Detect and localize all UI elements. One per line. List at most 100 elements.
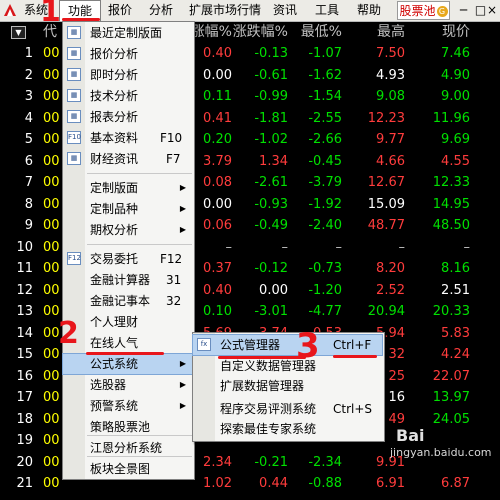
formula-icon: fx xyxy=(197,338,211,351)
function-menu-item[interactable]: 选股器 ▶ xyxy=(63,375,192,395)
menu-help[interactable]: 帮助 xyxy=(351,0,387,21)
cell-change-pct: 0.06 xyxy=(203,218,232,233)
cell-low: -2.66 xyxy=(308,132,342,147)
menu-item-shortcut: F12 xyxy=(160,252,183,266)
submenu-arrow-icon: ▶ xyxy=(179,225,186,234)
function-menu-item[interactable]: 个人理财 xyxy=(63,312,192,332)
menu-item-label: 个人理财 xyxy=(90,315,139,329)
menu-tools[interactable]: 工具 xyxy=(308,0,346,21)
row-number: 11 xyxy=(16,261,33,276)
cell-price: 5.83 xyxy=(441,325,470,341)
header-change-pct[interactable]: 涨幅% xyxy=(190,22,232,42)
header-low[interactable]: 最低% xyxy=(290,22,342,42)
formula-submenu-item[interactable]: 程序交易评测系统 Ctrl+S xyxy=(193,399,382,419)
function-menu-item[interactable]: 江恩分析系统 xyxy=(63,438,192,458)
menu-item-label: 板块全景图 xyxy=(90,462,151,476)
function-menu-item[interactable]: ▦ 报表分析 xyxy=(63,107,192,127)
row-number: 19 xyxy=(16,433,33,448)
stock-pool-button[interactable]: 股票池 G xyxy=(397,1,450,20)
row-number: 3 xyxy=(24,89,33,104)
row-code: 00 xyxy=(43,175,60,190)
row-number: 6 xyxy=(24,153,33,169)
cell-change-pct: 0.40 xyxy=(203,46,232,61)
cell-change-amt: -0.13 xyxy=(254,46,288,61)
line-chart-icon: ▦ xyxy=(67,68,81,81)
formula-submenu-item[interactable]: fx 公式管理器 Ctrl+F xyxy=(192,334,383,356)
cell-low: -2.40 xyxy=(308,218,342,233)
menu-analysis[interactable]: 分析 xyxy=(141,0,181,21)
submenu-item-label: 公式管理器 xyxy=(220,338,281,352)
function-menu-item[interactable]: 公式系统 ▶ xyxy=(62,353,193,375)
cell-high: 9.08 xyxy=(376,89,405,104)
cell-high: 4.93 xyxy=(376,67,405,83)
watermark-logo: Bai xyxy=(396,426,425,445)
function-menu-item[interactable]: F10 基本资料 F10 xyxy=(63,128,192,148)
cell-change-amt: 1.34 xyxy=(259,153,288,169)
menu-item-label: 即时分析 xyxy=(90,68,139,82)
function-menu-item[interactable]: 在线人气 xyxy=(63,333,192,353)
function-menu-item[interactable]: ▦ 最近定制版面 xyxy=(63,23,192,43)
function-menu-item[interactable]: 策略股票池 xyxy=(63,417,192,437)
cell-low: -0.73 xyxy=(308,261,342,276)
submenu-item-label: 程序交易评测系统 xyxy=(220,402,317,416)
function-menu-item[interactable]: 定制版面 ▶ xyxy=(63,178,192,198)
header-change-amt[interactable]: 涨跌幅% xyxy=(232,22,288,42)
row-code: 00 xyxy=(43,218,60,233)
stock-pool-label: 股票池 xyxy=(399,4,436,18)
function-menu-item[interactable]: 金融记事本 32 xyxy=(63,291,192,311)
row-number: 1 xyxy=(24,46,33,61)
formula-submenu: fx 公式管理器 Ctrl+F 自定义数据管理器 扩展数据管理器 程序交易评测系统 Ctrl… xyxy=(192,332,385,442)
row-number: 4 xyxy=(24,110,33,126)
formula-submenu-item[interactable]: 扩展数据管理器 xyxy=(193,376,382,396)
function-menu-item[interactable]: 期权分析 ▶ xyxy=(63,220,192,240)
function-menu-item[interactable]: ▦ 即时分析 xyxy=(63,65,192,85)
row-code: 00 xyxy=(43,46,60,61)
function-menu-item[interactable]: ▦ 报价分析 xyxy=(63,44,192,64)
header-high[interactable]: 最高 xyxy=(350,22,405,42)
cell-low: -3.79 xyxy=(308,175,342,190)
row-number: 13 xyxy=(16,304,33,319)
cell-high: 2.52 xyxy=(376,282,405,298)
sort-dropdown-icon[interactable]: ▼ xyxy=(11,26,26,39)
cell-high: 9.77 xyxy=(376,132,405,147)
close-button[interactable]: × xyxy=(484,1,500,20)
menu-item-label: 财经资讯 xyxy=(90,152,139,166)
formula-submenu-item[interactable]: 自定义数据管理器 xyxy=(193,356,382,376)
cell-price: 9.00 xyxy=(441,89,470,104)
cell-change-pct: 1.02 xyxy=(203,476,232,491)
cell-low: – xyxy=(335,239,343,255)
candle-icon: ▦ xyxy=(67,89,81,102)
menu-quote[interactable]: 报价 xyxy=(103,0,137,21)
submenu-arrow-icon: ▶ xyxy=(179,204,186,213)
menu-extended-market[interactable]: 扩展市场行情 xyxy=(183,0,267,21)
function-menu-item[interactable]: 定制品种 ▶ xyxy=(63,199,192,219)
menu-item-label: 金融计算器 xyxy=(90,273,151,287)
cell-price: 48.50 xyxy=(432,218,470,233)
row-code: 00 xyxy=(43,454,60,470)
menu-item-label: 公式系统 xyxy=(90,357,139,371)
report-icon: ▦ xyxy=(67,110,81,123)
menu-item-label: 最近定制版面 xyxy=(90,26,163,40)
formula-submenu-item[interactable]: 探索最佳专家系统 xyxy=(193,419,382,439)
function-menu-item[interactable]: 板块全景图 xyxy=(63,459,192,479)
function-menu-item[interactable]: ▦ 技术分析 xyxy=(63,86,192,106)
menu-item-label: 策略股票池 xyxy=(90,420,151,434)
cell-price: 4.55 xyxy=(441,153,470,169)
cell-change-amt: -0.49 xyxy=(254,218,288,233)
menu-item-shortcut: F7 xyxy=(166,152,181,166)
annotation-1: 1 xyxy=(40,0,61,29)
function-menu-item[interactable]: 热点星空图 xyxy=(63,480,192,500)
submenu-item-shortcut: Ctrl+F xyxy=(333,338,372,352)
function-menu-item[interactable]: F12 交易委托 F12 xyxy=(63,249,192,269)
function-menu-item[interactable]: ▦ 财经资讯 F7 xyxy=(63,149,192,169)
function-menu-item[interactable]: 金融计算器 31 xyxy=(63,270,192,290)
function-menu-item[interactable]: 预警系统 ▶ xyxy=(63,396,192,416)
submenu-arrow-icon: ▶ xyxy=(179,183,186,192)
cell-price: 9.69 xyxy=(441,132,470,147)
layout-icon: ▦ xyxy=(67,26,81,39)
cell-change-amt: 0.00 xyxy=(259,282,288,298)
header-price[interactable]: 现价 xyxy=(420,22,470,42)
menu-item-label: 预警系统 xyxy=(90,399,139,413)
menu-news[interactable]: 资讯 xyxy=(268,0,302,21)
row-number: 15 xyxy=(16,347,33,362)
